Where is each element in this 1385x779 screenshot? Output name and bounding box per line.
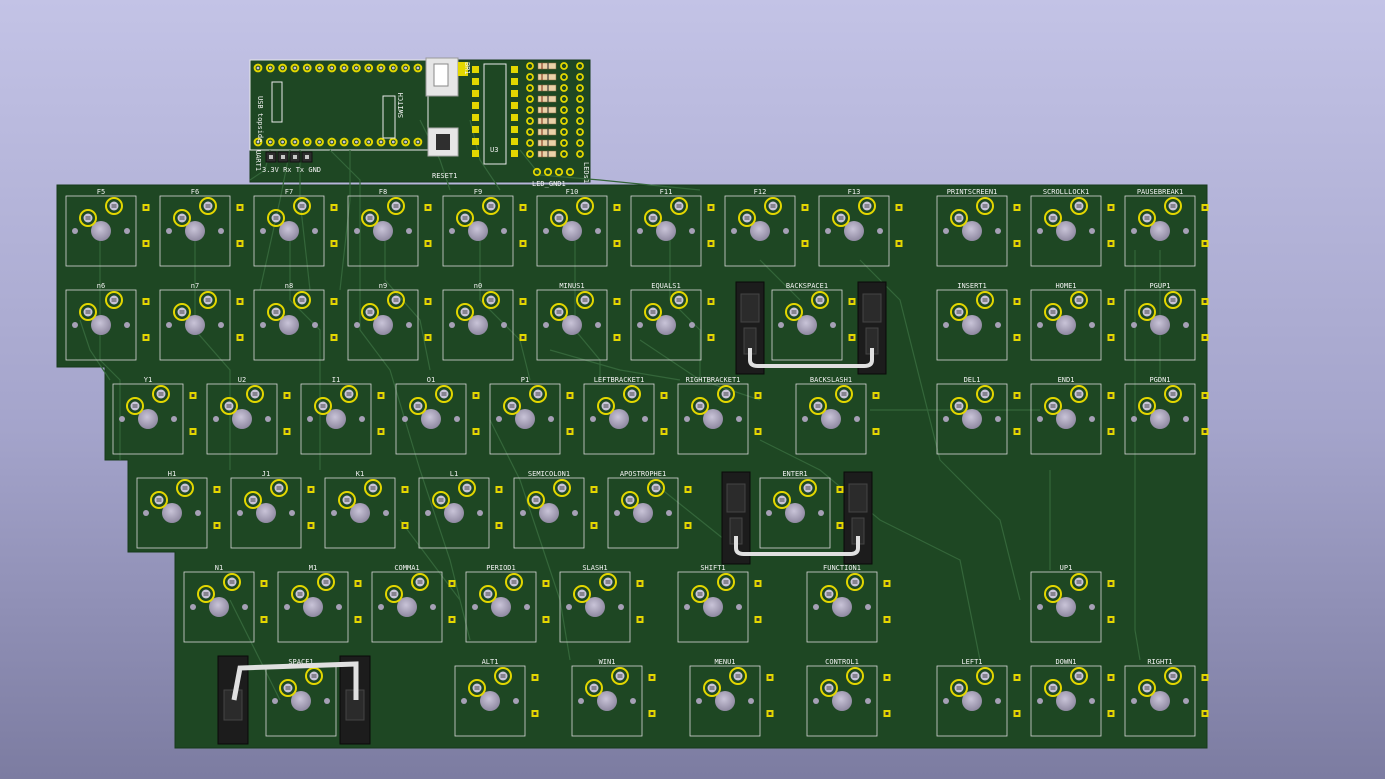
key-label: ALT1: [482, 658, 499, 666]
key-label: F8: [379, 188, 387, 196]
pcb-board[interactable]: USB topside UART1 3.3V Rx Tx GND SWITCH RESE…: [0, 0, 1385, 779]
key-label: F9: [474, 188, 482, 196]
key-label: INSERT1: [957, 282, 987, 290]
key-label: I1: [332, 376, 340, 384]
key-label: F6: [191, 188, 199, 196]
key-label: EQUALS1: [651, 282, 681, 290]
key-label: LEFTBRACKET1: [594, 376, 645, 384]
key-label: FUNCTION1: [823, 564, 861, 572]
key-label: J1: [262, 470, 270, 478]
key-label: SCROLLLOCK1: [1043, 188, 1089, 196]
svg-text:RESET1: RESET1: [432, 172, 457, 180]
key-label: SEMICOLON1: [528, 470, 570, 478]
key-label: DEL1: [964, 376, 981, 384]
key-label: BACKSPACE1: [786, 282, 828, 290]
key-label: RIGHT1: [1147, 658, 1172, 666]
3d-viewport[interactable]: USB topside UART1 3.3V Rx Tx GND SWITCH RESE…: [0, 0, 1385, 779]
key-label: UP1: [1060, 564, 1073, 572]
key-label: F13: [848, 188, 861, 196]
key-label: O1: [427, 376, 435, 384]
key-label: n8: [285, 282, 293, 290]
svg-text:LED_GND1: LED_GND1: [532, 180, 566, 188]
key-label: K1: [356, 470, 364, 478]
svg-text:U3: U3: [490, 146, 498, 154]
key-label: MINUS1: [559, 282, 584, 290]
key-label: ENTER1: [782, 470, 807, 478]
key-label: SLASH1: [582, 564, 607, 572]
key-label: n9: [379, 282, 387, 290]
svg-text:LEDs1: LEDs1: [582, 162, 590, 183]
key-label: Y1: [144, 376, 152, 384]
key-label: CONTROL1: [825, 658, 859, 666]
key-label: BACKSLASH1: [810, 376, 852, 384]
svg-text:UART1: UART1: [254, 150, 262, 171]
key-label: COMMA1: [394, 564, 419, 572]
key-label: P1: [521, 376, 529, 384]
key-label: F7: [285, 188, 293, 196]
key-label: N1: [215, 564, 223, 572]
key-label: F5: [97, 188, 105, 196]
svg-text:BR1: BR1: [463, 62, 471, 75]
key-label: PAUSEBREAK1: [1137, 188, 1183, 196]
key-label: DOWN1: [1055, 658, 1076, 666]
key-label: LEFT1: [961, 658, 982, 666]
key-label: n0: [474, 282, 482, 290]
key-label: F11: [660, 188, 673, 196]
svg-text:3.3V Rx Tx GND: 3.3V Rx Tx GND: [262, 166, 321, 174]
reset-button[interactable]: RESET1: [427, 127, 459, 180]
key-label: END1: [1058, 376, 1075, 384]
key-label: H1: [168, 470, 176, 478]
key-label: MENU1: [714, 658, 735, 666]
key-label: M1: [309, 564, 317, 572]
key-label: L1: [450, 470, 458, 478]
key-label: APOSTROPHE1: [620, 470, 666, 478]
key-label: SHIFT1: [700, 564, 725, 572]
key-label: WIN1: [599, 658, 616, 666]
key-label: PRINTSCREEN1: [947, 188, 998, 196]
key-label: U2: [238, 376, 246, 384]
svg-text:SWITCH: SWITCH: [397, 93, 405, 118]
key-label: F10: [566, 188, 579, 196]
usb-label: USB topside: [256, 96, 264, 142]
key-label: n6: [97, 282, 105, 290]
key-label: RIGHTBRACKET1: [686, 376, 741, 384]
key-label: F12: [754, 188, 767, 196]
key-label: n7: [191, 282, 199, 290]
key-label: PGDN1: [1149, 376, 1170, 384]
key-label: HOME1: [1055, 282, 1076, 290]
key-label: PGUP1: [1149, 282, 1170, 290]
key-label: PERIOD1: [486, 564, 516, 572]
